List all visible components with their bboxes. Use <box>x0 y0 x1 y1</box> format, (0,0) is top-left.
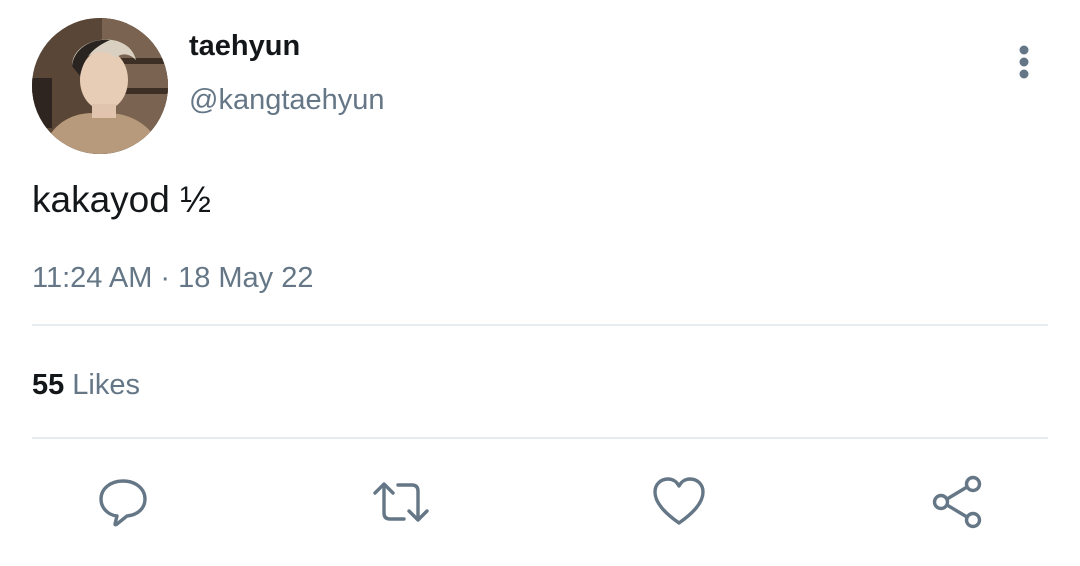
share-button[interactable] <box>927 472 987 532</box>
likes-label: Likes <box>72 369 140 401</box>
more-options-button[interactable] <box>1004 40 1044 84</box>
tweet-text: kakayod ½ <box>32 179 211 220</box>
tweet-date: 18 May 22 <box>178 262 314 294</box>
display-name[interactable]: taehyun <box>189 28 300 64</box>
reply-button[interactable] <box>93 472 153 532</box>
like-button[interactable] <box>649 472 709 532</box>
divider <box>32 437 1048 439</box>
tweet-timestamp: 11:24 AM · 18 May 22 <box>32 260 313 296</box>
divider <box>32 324 1048 326</box>
tweet-detail: taehyun @kangtaehyun kakayod ½ 11:24 AM ·… <box>0 0 1080 566</box>
likes-stat[interactable]: 55 Likes <box>32 367 140 403</box>
avatar[interactable] <box>32 18 168 154</box>
tweet-time: 11:24 AM <box>32 262 153 294</box>
avatar-image <box>32 18 168 154</box>
heart-icon <box>653 477 705 525</box>
likes-count: 55 <box>32 369 65 401</box>
meta-separator: · <box>160 262 171 294</box>
more-vertical-icon <box>1019 45 1029 79</box>
retweet-icon <box>373 482 429 522</box>
reply-icon <box>99 479 147 527</box>
user-handle[interactable]: @kangtaehyun <box>189 82 385 118</box>
retweet-button[interactable] <box>371 472 431 532</box>
share-icon <box>932 475 982 529</box>
